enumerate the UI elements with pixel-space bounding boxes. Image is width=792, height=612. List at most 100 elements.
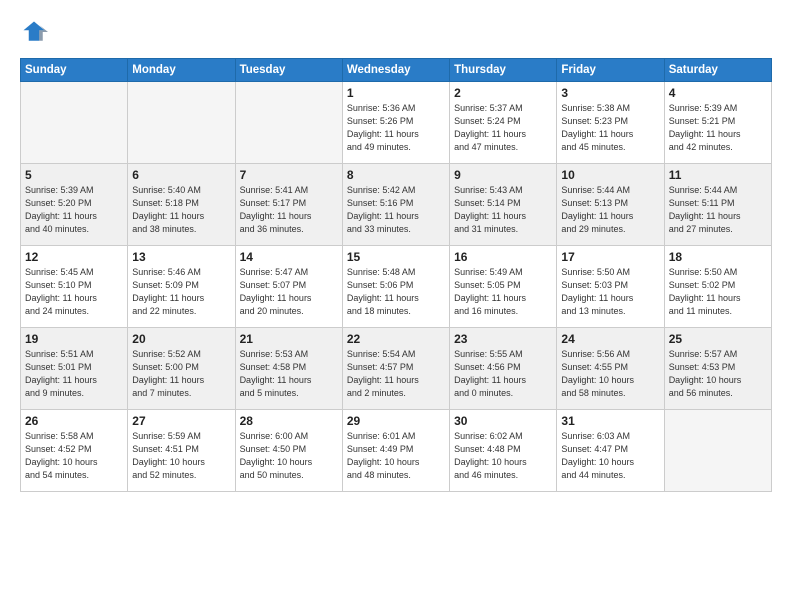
day-number: 2 bbox=[454, 86, 552, 100]
calendar-cell: 16 Sunrise: 5:49 AM Sunset: 5:05 PM Dayli… bbox=[450, 246, 557, 328]
day-number: 11 bbox=[669, 168, 767, 182]
calendar-cell: 1 Sunrise: 5:36 AM Sunset: 5:26 PM Daylig… bbox=[342, 82, 449, 164]
calendar-cell bbox=[664, 410, 771, 492]
calendar-cell: 23 Sunrise: 5:55 AM Sunset: 4:56 PM Dayli… bbox=[450, 328, 557, 410]
day-info: Sunrise: 5:39 AM Sunset: 5:20 PM Dayligh… bbox=[25, 184, 123, 236]
day-info: Sunrise: 5:57 AM Sunset: 4:53 PM Dayligh… bbox=[669, 348, 767, 400]
calendar-cell: 11 Sunrise: 5:44 AM Sunset: 5:11 PM Dayli… bbox=[664, 164, 771, 246]
weekday-header: Sunday bbox=[21, 59, 128, 82]
weekday-header: Wednesday bbox=[342, 59, 449, 82]
day-number: 1 bbox=[347, 86, 445, 100]
calendar-week-row: 1 Sunrise: 5:36 AM Sunset: 5:26 PM Daylig… bbox=[21, 82, 772, 164]
day-number: 5 bbox=[25, 168, 123, 182]
calendar-cell: 9 Sunrise: 5:43 AM Sunset: 5:14 PM Daylig… bbox=[450, 164, 557, 246]
day-number: 7 bbox=[240, 168, 338, 182]
day-info: Sunrise: 6:03 AM Sunset: 4:47 PM Dayligh… bbox=[561, 430, 659, 482]
calendar-cell: 25 Sunrise: 5:57 AM Sunset: 4:53 PM Dayli… bbox=[664, 328, 771, 410]
calendar-cell: 10Sunrise: 5:44 AM Sunset: 5:13 PM Dayli… bbox=[557, 164, 664, 246]
day-info: Sunrise: 5:49 AM Sunset: 5:05 PM Dayligh… bbox=[454, 266, 552, 318]
day-info: Sunrise: 6:01 AM Sunset: 4:49 PM Dayligh… bbox=[347, 430, 445, 482]
day-number: 23 bbox=[454, 332, 552, 346]
calendar-week-row: 19 Sunrise: 5:51 AM Sunset: 5:01 PM Dayli… bbox=[21, 328, 772, 410]
day-info: Sunrise: 5:44 AM Sunset: 5:13 PM Dayligh… bbox=[561, 184, 659, 236]
calendar-cell: 20 Sunrise: 5:52 AM Sunset: 5:00 PM Dayli… bbox=[128, 328, 235, 410]
calendar-week-row: 5 Sunrise: 5:39 AM Sunset: 5:20 PM Daylig… bbox=[21, 164, 772, 246]
day-number: 26 bbox=[25, 414, 123, 428]
day-info: Sunrise: 5:43 AM Sunset: 5:14 PM Dayligh… bbox=[454, 184, 552, 236]
day-number: 14 bbox=[240, 250, 338, 264]
day-info: Sunrise: 5:42 AM Sunset: 5:16 PM Dayligh… bbox=[347, 184, 445, 236]
day-info: Sunrise: 5:40 AM Sunset: 5:18 PM Dayligh… bbox=[132, 184, 230, 236]
header bbox=[20, 18, 772, 46]
day-info: Sunrise: 6:02 AM Sunset: 4:48 PM Dayligh… bbox=[454, 430, 552, 482]
calendar-cell: 27 Sunrise: 5:59 AM Sunset: 4:51 PM Dayli… bbox=[128, 410, 235, 492]
calendar: SundayMondayTuesdayWednesdayThursdayFrid… bbox=[20, 58, 772, 492]
calendar-cell: 2 Sunrise: 5:37 AM Sunset: 5:24 PM Daylig… bbox=[450, 82, 557, 164]
day-info: Sunrise: 5:38 AM Sunset: 5:23 PM Dayligh… bbox=[561, 102, 659, 154]
calendar-cell: 8Sunrise: 5:42 AM Sunset: 5:16 PM Daylig… bbox=[342, 164, 449, 246]
day-info: Sunrise: 5:46 AM Sunset: 5:09 PM Dayligh… bbox=[132, 266, 230, 318]
calendar-cell bbox=[235, 82, 342, 164]
day-number: 28 bbox=[240, 414, 338, 428]
calendar-cell: 30 Sunrise: 6:02 AM Sunset: 4:48 PM Dayli… bbox=[450, 410, 557, 492]
calendar-cell: 12 Sunrise: 5:45 AM Sunset: 5:10 PM Dayli… bbox=[21, 246, 128, 328]
calendar-cell: 21 Sunrise: 5:53 AM Sunset: 4:58 PM Dayli… bbox=[235, 328, 342, 410]
day-info: Sunrise: 5:52 AM Sunset: 5:00 PM Dayligh… bbox=[132, 348, 230, 400]
calendar-cell bbox=[128, 82, 235, 164]
day-info: Sunrise: 5:45 AM Sunset: 5:10 PM Dayligh… bbox=[25, 266, 123, 318]
day-info: Sunrise: 5:39 AM Sunset: 5:21 PM Dayligh… bbox=[669, 102, 767, 154]
day-number: 22 bbox=[347, 332, 445, 346]
day-number: 25 bbox=[669, 332, 767, 346]
calendar-week-row: 12 Sunrise: 5:45 AM Sunset: 5:10 PM Dayli… bbox=[21, 246, 772, 328]
calendar-cell: 14 Sunrise: 5:47 AM Sunset: 5:07 PM Dayli… bbox=[235, 246, 342, 328]
calendar-cell: 5 Sunrise: 5:39 AM Sunset: 5:20 PM Daylig… bbox=[21, 164, 128, 246]
day-number: 30 bbox=[454, 414, 552, 428]
day-info: Sunrise: 5:53 AM Sunset: 4:58 PM Dayligh… bbox=[240, 348, 338, 400]
day-number: 12 bbox=[25, 250, 123, 264]
day-info: Sunrise: 5:36 AM Sunset: 5:26 PM Dayligh… bbox=[347, 102, 445, 154]
calendar-cell: 26 Sunrise: 5:58 AM Sunset: 4:52 PM Dayli… bbox=[21, 410, 128, 492]
weekday-header: Friday bbox=[557, 59, 664, 82]
day-number: 16 bbox=[454, 250, 552, 264]
day-info: Sunrise: 5:55 AM Sunset: 4:56 PM Dayligh… bbox=[454, 348, 552, 400]
day-number: 3 bbox=[561, 86, 659, 100]
day-number: 4 bbox=[669, 86, 767, 100]
day-info: Sunrise: 5:54 AM Sunset: 4:57 PM Dayligh… bbox=[347, 348, 445, 400]
day-info: Sunrise: 6:00 AM Sunset: 4:50 PM Dayligh… bbox=[240, 430, 338, 482]
day-info: Sunrise: 5:50 AM Sunset: 5:02 PM Dayligh… bbox=[669, 266, 767, 318]
page: SundayMondayTuesdayWednesdayThursdayFrid… bbox=[0, 0, 792, 612]
calendar-cell: 28 Sunrise: 6:00 AM Sunset: 4:50 PM Dayli… bbox=[235, 410, 342, 492]
day-number: 29 bbox=[347, 414, 445, 428]
day-info: Sunrise: 5:44 AM Sunset: 5:11 PM Dayligh… bbox=[669, 184, 767, 236]
day-info: Sunrise: 5:47 AM Sunset: 5:07 PM Dayligh… bbox=[240, 266, 338, 318]
day-number: 31 bbox=[561, 414, 659, 428]
day-number: 9 bbox=[454, 168, 552, 182]
day-number: 20 bbox=[132, 332, 230, 346]
calendar-cell: 4 Sunrise: 5:39 AM Sunset: 5:21 PM Daylig… bbox=[664, 82, 771, 164]
day-number: 18 bbox=[669, 250, 767, 264]
calendar-cell bbox=[21, 82, 128, 164]
day-info: Sunrise: 5:37 AM Sunset: 5:24 PM Dayligh… bbox=[454, 102, 552, 154]
calendar-cell: 29 Sunrise: 6:01 AM Sunset: 4:49 PM Dayli… bbox=[342, 410, 449, 492]
calendar-cell: 19 Sunrise: 5:51 AM Sunset: 5:01 PM Dayli… bbox=[21, 328, 128, 410]
calendar-cell: 15Sunrise: 5:48 AM Sunset: 5:06 PM Dayli… bbox=[342, 246, 449, 328]
calendar-cell: 24Sunrise: 5:56 AM Sunset: 4:55 PM Dayli… bbox=[557, 328, 664, 410]
day-number: 27 bbox=[132, 414, 230, 428]
weekday-header: Monday bbox=[128, 59, 235, 82]
day-number: 17 bbox=[561, 250, 659, 264]
day-info: Sunrise: 5:58 AM Sunset: 4:52 PM Dayligh… bbox=[25, 430, 123, 482]
weekday-header-row: SundayMondayTuesdayWednesdayThursdayFrid… bbox=[21, 59, 772, 82]
day-number: 19 bbox=[25, 332, 123, 346]
logo-icon bbox=[20, 18, 48, 46]
day-number: 21 bbox=[240, 332, 338, 346]
day-info: Sunrise: 5:56 AM Sunset: 4:55 PM Dayligh… bbox=[561, 348, 659, 400]
day-number: 6 bbox=[132, 168, 230, 182]
calendar-week-row: 26 Sunrise: 5:58 AM Sunset: 4:52 PM Dayli… bbox=[21, 410, 772, 492]
calendar-cell: 22 Sunrise: 5:54 AM Sunset: 4:57 PM Dayli… bbox=[342, 328, 449, 410]
calendar-cell: 7Sunrise: 5:41 AM Sunset: 5:17 PM Daylig… bbox=[235, 164, 342, 246]
calendar-cell: 17Sunrise: 5:50 AM Sunset: 5:03 PM Dayli… bbox=[557, 246, 664, 328]
day-info: Sunrise: 5:51 AM Sunset: 5:01 PM Dayligh… bbox=[25, 348, 123, 400]
day-info: Sunrise: 5:59 AM Sunset: 4:51 PM Dayligh… bbox=[132, 430, 230, 482]
logo bbox=[20, 18, 52, 46]
weekday-header: Thursday bbox=[450, 59, 557, 82]
